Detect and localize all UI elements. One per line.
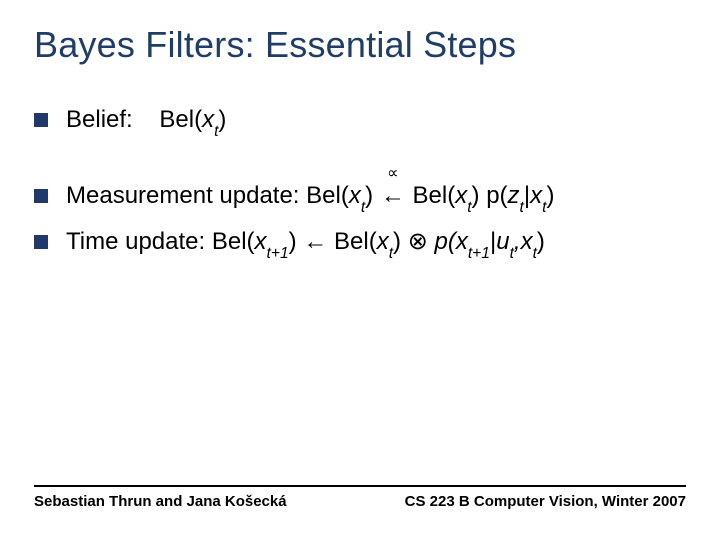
- time-mid-close: ): [393, 228, 408, 255]
- square-bullet-icon: [34, 189, 48, 203]
- time-p-u: u: [496, 228, 509, 255]
- bel-sub: t: [214, 123, 218, 140]
- time-arrow-icon: ←: [303, 228, 327, 255]
- time-p-x-sub: t+1: [468, 245, 490, 262]
- left-arrow-symbol: ←: [381, 182, 405, 209]
- bullet-belief: Belief: Bel(xt): [34, 102, 686, 138]
- footer-rule: [34, 485, 686, 487]
- bel-open: Bel(: [159, 106, 202, 133]
- slide-body: Belief: Bel(xt) Measurement update: Bel(…: [34, 102, 686, 260]
- time-lhs-close: ): [289, 228, 304, 255]
- time-mid-var: x: [377, 228, 389, 255]
- bel-var: x: [202, 106, 214, 133]
- meas-lhs-close: ): [365, 182, 380, 209]
- meas-z-sub: t: [520, 199, 524, 216]
- footer-right: CS 223 B Computer Vision, Winter 2007: [405, 493, 686, 510]
- time-lhs-sub: t+1: [267, 245, 289, 262]
- bullet-time: Time update: Bel(xt+1) ← Bel(xt) ⊗ p(xt+…: [34, 224, 686, 260]
- meas-rhs1-close: ) p(: [472, 182, 508, 209]
- bullet-measurement: Measurement update: Bel(xt) ∝← Bel(xt) p…: [34, 178, 686, 214]
- bel-close: ): [218, 106, 226, 133]
- time-p-x: x: [456, 228, 468, 255]
- meas-z: z: [508, 182, 520, 209]
- time-label: Time update:: [66, 228, 212, 255]
- meas-rhs1-var: x: [455, 182, 467, 209]
- meas-end: ): [546, 182, 554, 209]
- footer-left: Sebastian Thrun and Jana Košecká: [34, 493, 287, 510]
- meas-rhs1-sub: t: [467, 199, 471, 216]
- time-p-u-sub: t: [510, 245, 514, 262]
- measurement-text: Measurement update: Bel(xt) ∝← Bel(xt) p…: [66, 178, 686, 214]
- time-p-x2-sub: t: [533, 245, 537, 262]
- footer-row: Sebastian Thrun and Jana Košecká CS 223 …: [34, 493, 686, 510]
- time-p-end: ): [537, 228, 545, 255]
- time-p-open: p(: [428, 228, 456, 255]
- spacer: [34, 148, 686, 178]
- meas-rhs1-open: Bel(: [406, 182, 455, 209]
- square-bullet-icon: [34, 235, 48, 249]
- time-text: Time update: Bel(xt+1) ← Bel(xt) ⊗ p(xt+…: [66, 224, 686, 260]
- meas-lhs-open: Bel(: [306, 182, 349, 209]
- meas-x2: x: [530, 182, 542, 209]
- slide: Bayes Filters: Essential Steps Belief: B…: [0, 0, 720, 540]
- time-lhs-open: Bel(: [212, 228, 255, 255]
- footer: Sebastian Thrun and Jana Košecká CS 223 …: [34, 485, 686, 510]
- time-mid-sub: t: [389, 245, 393, 262]
- slide-title: Bayes Filters: Essential Steps: [34, 24, 686, 66]
- time-p-comma: ,: [514, 228, 521, 255]
- meas-lhs-var: x: [349, 182, 361, 209]
- proportional-arrow-icon: ∝←: [380, 178, 406, 214]
- meas-label: Measurement update:: [66, 182, 306, 209]
- meas-x2-sub: t: [542, 199, 546, 216]
- time-mid-open: Bel(: [327, 228, 376, 255]
- time-p-x2: x: [521, 228, 533, 255]
- belief-label: Belief:: [66, 106, 133, 133]
- time-lhs-var: x: [255, 228, 267, 255]
- meas-lhs-sub: t: [361, 199, 365, 216]
- otimes-icon: ⊗: [408, 228, 428, 255]
- belief-text: Belief: Bel(xt): [66, 102, 686, 138]
- square-bullet-icon: [34, 113, 48, 127]
- proportional-symbol: ∝: [380, 162, 406, 186]
